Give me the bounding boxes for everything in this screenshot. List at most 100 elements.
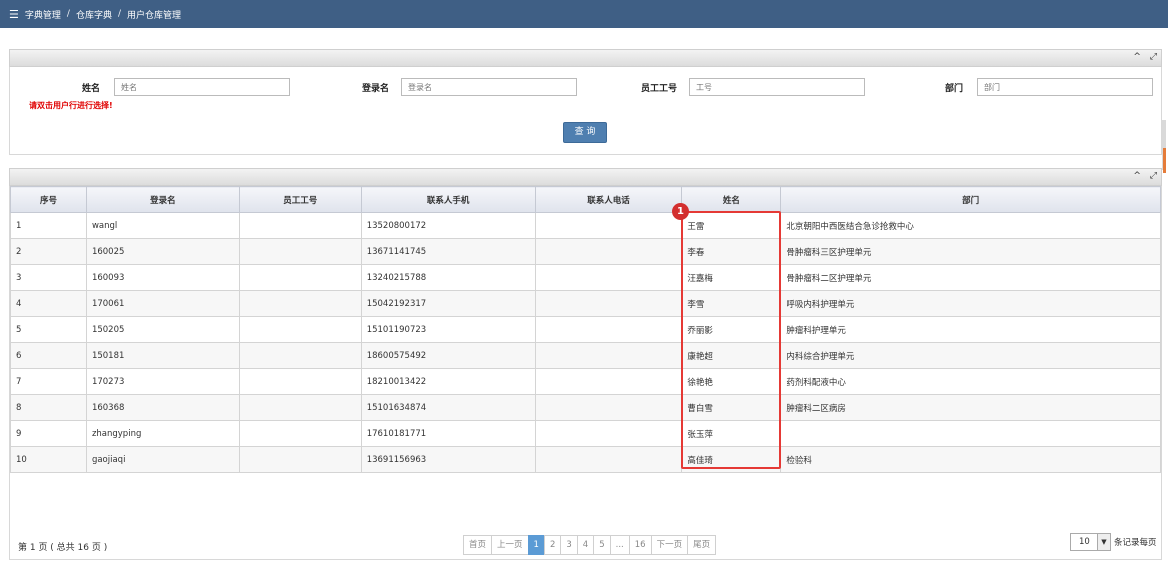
page-size-value: 10	[1079, 537, 1090, 547]
cell-name: 王雷	[681, 212, 782, 239]
cell-login: 150205	[85, 316, 240, 343]
collapse-icon[interactable]: ^	[1133, 52, 1141, 62]
scrollbar-thumb[interactable]	[1163, 148, 1166, 173]
breadcrumb-separator: /	[66, 9, 70, 19]
table-row[interactable]: 3 160093 13240215788 汪嘉梅 骨肿瘤科二区护理单元	[10, 264, 1161, 291]
column-header-department[interactable]: 部门	[780, 186, 1161, 213]
breadcrumb-item-dictionary[interactable]: 字典管理	[25, 8, 61, 21]
cell-index: 10	[10, 446, 87, 473]
department-input[interactable]	[977, 78, 1153, 96]
pager-page-3[interactable]: 3	[560, 535, 578, 555]
breadcrumb-item-warehouse[interactable]: 仓库字典	[76, 8, 112, 21]
page-size-select[interactable]: 10 ▼	[1070, 533, 1111, 551]
cell-name: 徐艳艳	[681, 368, 782, 395]
cell-department: 内科综合护理单元	[780, 342, 1161, 369]
cell-mobile: 13691156963	[360, 446, 536, 473]
cell-phone	[534, 394, 683, 421]
cell-login: 150181	[85, 342, 240, 369]
cell-employee-id	[238, 420, 362, 447]
pager-first[interactable]: 首页	[463, 535, 493, 555]
employee-id-input[interactable]	[689, 78, 865, 96]
breadcrumb-item-user-warehouse: 用户仓库管理	[127, 10, 182, 21]
cell-phone	[534, 368, 683, 395]
cell-name: 曹白雪	[681, 394, 782, 421]
cell-phone	[534, 290, 683, 317]
cell-mobile: 15042192317	[360, 290, 536, 317]
pager-page-5[interactable]: 5	[593, 535, 611, 555]
pagination: 首页 上一页 1 2 3 4 5 ... 16 下一页 尾页	[463, 535, 717, 555]
cell-department	[780, 420, 1161, 447]
expand-icon[interactable]: ⤢	[1150, 52, 1157, 62]
cell-login: wangl	[85, 212, 240, 239]
table-row[interactable]: 2 160025 13671141745 李春 骨肿瘤科三区护理单元	[10, 238, 1161, 265]
pager-page-4[interactable]: 4	[576, 535, 595, 555]
cell-employee-id	[238, 394, 362, 421]
cell-employee-id	[238, 342, 362, 369]
cell-login: 160093	[85, 264, 240, 291]
table-row[interactable]: 10 gaojiaqi 13691156963 高佳琦 检验科	[10, 446, 1161, 473]
cell-name: 汪嘉梅	[681, 264, 782, 291]
cell-index: 4	[10, 290, 87, 317]
column-header-mobile[interactable]: 联系人手机	[360, 186, 536, 213]
cell-mobile: 15101190723	[360, 316, 536, 343]
search-panel-header: ^ ⤢	[9, 49, 1162, 67]
cell-login: 160025	[85, 238, 240, 265]
cell-mobile: 13520800172	[360, 212, 536, 239]
page-info: 第 1 页 ( 总共 16 页 )	[18, 543, 108, 553]
cell-name: 李春	[681, 238, 782, 265]
pager-last[interactable]: 尾页	[687, 535, 717, 555]
login-label: 登录名	[362, 84, 390, 94]
table-row[interactable]: 4 170061 15042192317 李雪 呼吸内科护理单元	[10, 290, 1161, 317]
name-input[interactable]	[114, 78, 290, 96]
cell-login: 160368	[85, 394, 240, 421]
pager-page-1[interactable]: 1	[527, 535, 545, 555]
cell-mobile: 18600575492	[360, 342, 536, 369]
pager-page-16[interactable]: 16	[628, 535, 652, 555]
pager-prev[interactable]: 上一页	[491, 535, 529, 555]
chevron-down-icon[interactable]: ▼	[1097, 534, 1110, 550]
table-row[interactable]: 7 170273 18210013422 徐艳艳 药剂科配液中心	[10, 368, 1161, 395]
cell-phone	[534, 420, 683, 447]
cell-login: gaojiaqi	[85, 446, 240, 473]
search-button[interactable]: 查 询	[563, 122, 607, 143]
pager-next[interactable]: 下一页	[650, 535, 689, 555]
expand-icon[interactable]: ⤢	[1150, 171, 1157, 181]
column-header-index[interactable]: 序号	[10, 186, 87, 213]
cell-employee-id	[238, 368, 362, 395]
cell-mobile: 13671141745	[360, 238, 536, 265]
cell-index: 9	[10, 420, 87, 447]
cell-phone	[534, 342, 683, 369]
table-row[interactable]: 6 150181 18600575492 康艳超 内科综合护理单元	[10, 342, 1161, 369]
cell-mobile: 13240215788	[360, 264, 536, 291]
cell-index: 6	[10, 342, 87, 369]
pager-ellipsis: ...	[609, 535, 630, 555]
table-row[interactable]: 5 150205 15101190723 乔丽影 肿瘤科护理单元	[10, 316, 1161, 343]
table-panel-header: ^ ⤢	[9, 168, 1162, 186]
cell-index: 5	[10, 316, 87, 343]
pager-page-2[interactable]: 2	[543, 535, 562, 555]
table-row[interactable]: 1 wangl 13520800172 王雷 北京朝阳中西医结合急诊抢救中心	[10, 212, 1161, 239]
cell-login: 170273	[85, 368, 240, 395]
cell-phone	[534, 316, 683, 343]
cell-index: 3	[10, 264, 87, 291]
cell-department: 检验科	[780, 446, 1161, 473]
hamburger-icon[interactable]: ☰	[9, 8, 19, 21]
table-row[interactable]: 9 zhangyping 17610181771 张玉萍	[10, 420, 1161, 447]
login-input[interactable]	[401, 78, 577, 96]
name-label: 姓名	[82, 84, 101, 94]
cell-index: 7	[10, 368, 87, 395]
cell-department: 呼吸内科护理单元	[780, 290, 1161, 317]
breadcrumb: ☰ 字典管理 / 仓库字典 / 用户仓库管理	[0, 0, 1168, 28]
page-size-label: 条记录每页	[1114, 538, 1157, 548]
cell-phone	[534, 264, 683, 291]
cell-mobile: 18210013422	[360, 368, 536, 395]
column-header-login[interactable]: 登录名	[85, 186, 240, 213]
column-header-phone[interactable]: 联系人电话	[534, 186, 683, 213]
column-header-employee-id[interactable]: 员工工号	[238, 186, 362, 213]
employee-id-label: 员工工号	[641, 84, 678, 94]
table-row[interactable]: 8 160368 15101634874 曹白雪 肿瘤科二区病房	[10, 394, 1161, 421]
column-header-name[interactable]: 姓名	[681, 186, 782, 213]
collapse-icon[interactable]: ^	[1133, 171, 1141, 181]
cell-employee-id	[238, 446, 362, 473]
cell-mobile: 17610181771	[360, 420, 536, 447]
